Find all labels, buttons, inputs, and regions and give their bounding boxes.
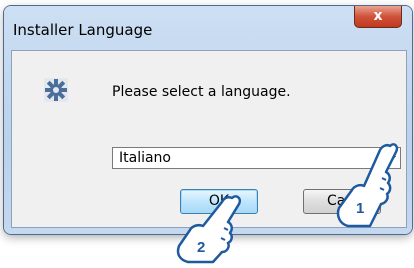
callout-2-pointer-icon: 2	[176, 195, 241, 264]
callout-2-number: 2	[197, 239, 205, 256]
close-button[interactable]: x	[354, 6, 402, 28]
callout-1-number: 1	[356, 200, 364, 217]
installer-gear-icon	[44, 78, 68, 102]
language-prompt: Please select a language.	[112, 84, 291, 100]
callout-1-pointer-icon: 1	[336, 143, 399, 228]
window-title: Installer Language	[13, 21, 153, 39]
selected-language: Italiano	[119, 150, 171, 166]
